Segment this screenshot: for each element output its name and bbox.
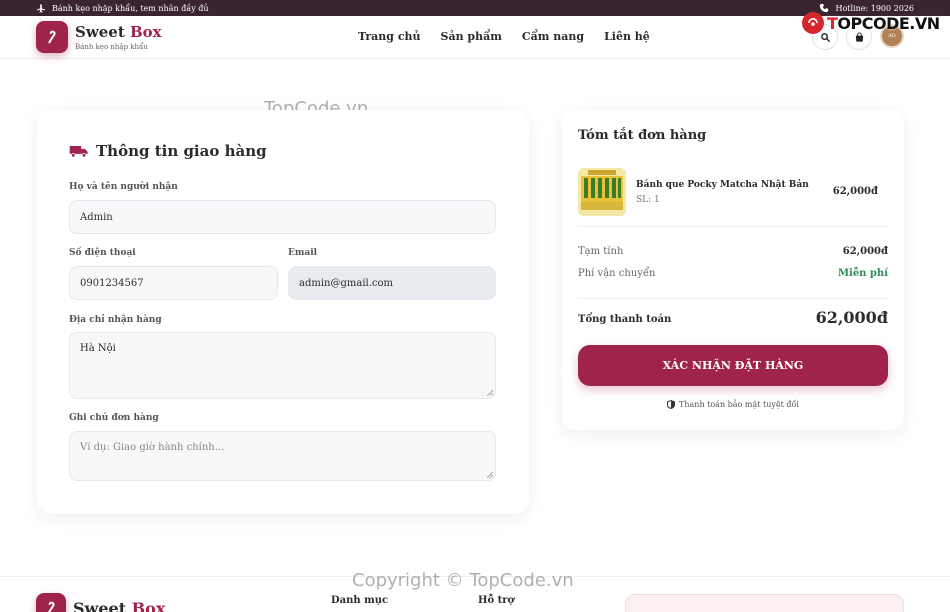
product-price: 62,000đ bbox=[832, 186, 878, 197]
order-summary-card: Tóm tắt đơn hàng Bánh que Pocky Matcha N… bbox=[562, 110, 904, 430]
brand-logo[interactable]: Sweet Box Bánh kẹo nhập khẩu bbox=[36, 21, 162, 53]
note-label: Ghi chú đơn hàng bbox=[69, 413, 159, 423]
phone-label: Số điện thoại bbox=[69, 248, 136, 258]
secure-note: Thanh toán bảo mật tuyệt đối bbox=[562, 400, 904, 409]
shield-icon bbox=[667, 400, 676, 409]
shipping-title: Thông tin giao hàng bbox=[69, 142, 267, 160]
footer-brand[interactable]: Sweet Box bbox=[36, 593, 165, 612]
email-input[interactable]: admin@gmail.com bbox=[288, 266, 496, 300]
plane-icon bbox=[36, 4, 46, 13]
phone-input[interactable]: 0901234567 bbox=[69, 266, 278, 300]
summary-title: Tóm tắt đơn hàng bbox=[578, 128, 707, 143]
nav-home[interactable]: Trang chủ bbox=[358, 30, 421, 43]
product-name[interactable]: Bánh que Pocky Matcha Nhật Bản bbox=[636, 180, 809, 190]
shipping-fee-label: Phí vận chuyển bbox=[578, 268, 656, 279]
divider bbox=[578, 298, 888, 299]
product-image[interactable] bbox=[578, 168, 626, 216]
brand-tagline: Bánh kẹo nhập khẩu bbox=[75, 42, 148, 51]
resize-handle-icon[interactable] bbox=[487, 390, 493, 396]
product-quantity: SL: 1 bbox=[636, 195, 660, 205]
address-label: Địa chỉ nhận hàng bbox=[69, 315, 162, 325]
topcode-badge: TOPCODE.VN bbox=[802, 12, 940, 34]
topcode-logo-icon bbox=[802, 12, 824, 34]
shipping-card: Thông tin giao hàng Họ và tên người nhận… bbox=[37, 110, 529, 514]
note-placeholder: Ví dụ: Giao giờ hành chính... bbox=[80, 442, 225, 453]
total-label: Tổng thanh toán bbox=[578, 314, 672, 325]
site-footer: Sweet Box Danh mục Hỗ trợ bbox=[0, 576, 950, 612]
footer-brand-name: Sweet Box bbox=[73, 598, 166, 612]
subtotal-value: 62,000đ bbox=[842, 246, 888, 257]
newsletter-box bbox=[625, 594, 904, 612]
resize-handle-icon[interactable] bbox=[487, 472, 493, 478]
truck-icon bbox=[69, 146, 88, 158]
promo: Bánh kẹo nhập khẩu, tem nhãn đầy đủ bbox=[36, 3, 209, 13]
address-value: Hà Nội bbox=[80, 343, 116, 354]
recipient-name-input[interactable]: Admin bbox=[69, 200, 496, 234]
footer-support-heading: Hỗ trợ bbox=[478, 595, 515, 606]
nav-handbook[interactable]: Cẩm nang bbox=[522, 30, 584, 43]
confirm-order-button[interactable]: XÁC NHẬN ĐẶT HÀNG bbox=[578, 345, 888, 386]
divider bbox=[578, 226, 888, 227]
nav-contact[interactable]: Liên hệ bbox=[604, 30, 650, 43]
address-textarea[interactable]: Hà Nội bbox=[69, 332, 496, 399]
candy-cane-icon bbox=[36, 21, 68, 53]
main-nav: Trang chủ Sản phẩm Cẩm nang Liên hệ bbox=[358, 30, 650, 43]
footer-categories-heading: Danh mục bbox=[331, 595, 389, 606]
subtotal-label: Tạm tính bbox=[578, 246, 624, 257]
total-value: 62,000đ bbox=[815, 308, 888, 327]
name-label: Họ và tên người nhận bbox=[69, 182, 178, 192]
order-note-textarea[interactable]: Ví dụ: Giao giờ hành chính... bbox=[69, 431, 496, 481]
shipping-fee-value: Miễn phí bbox=[837, 268, 888, 279]
nav-products[interactable]: Sản phẩm bbox=[441, 30, 502, 43]
promo-text: Bánh kẹo nhập khẩu, tem nhãn đầy đủ bbox=[52, 3, 209, 13]
candy-cane-icon bbox=[36, 593, 66, 612]
topcode-badge-text: TOPCODE.VN bbox=[827, 13, 940, 33]
email-label: Email bbox=[288, 248, 318, 258]
brand-name: Sweet Box bbox=[75, 22, 162, 41]
